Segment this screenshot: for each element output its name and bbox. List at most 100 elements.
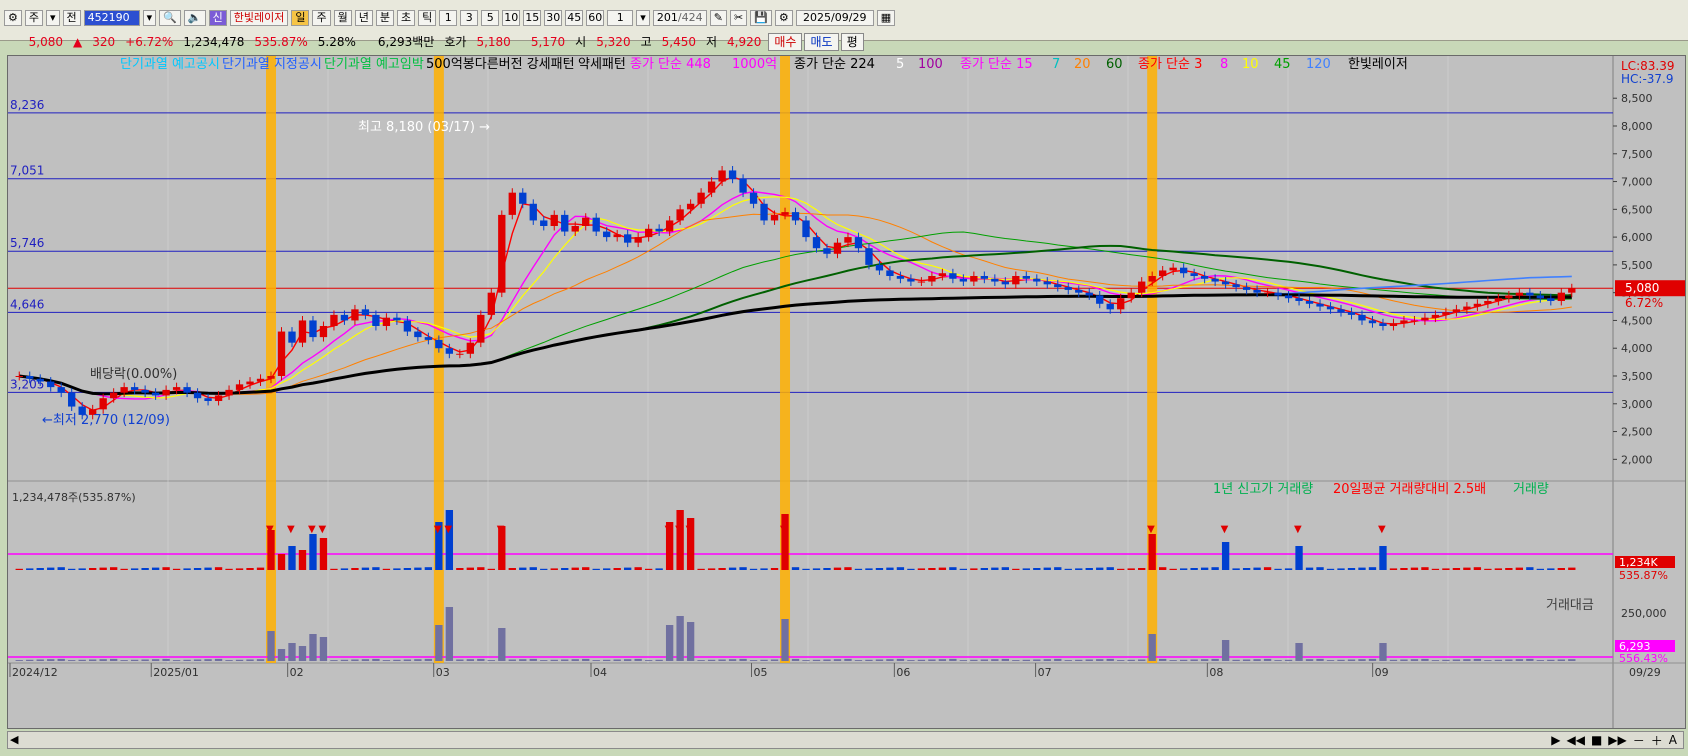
candle-body — [1484, 301, 1492, 304]
amount-bar — [47, 659, 55, 661]
candle-body — [288, 331, 296, 343]
amount-bar — [938, 659, 947, 661]
volume-bar — [1232, 568, 1240, 570]
volume-signal-arrow: ▼ — [318, 524, 326, 535]
amount-bar — [162, 658, 170, 661]
market-select[interactable]: 주 — [24, 10, 43, 26]
volume-bar — [1159, 567, 1167, 570]
amount-bar — [665, 625, 674, 661]
volume-bar — [99, 567, 107, 570]
low-annotation: ←최저 2,770 (12/09) — [42, 413, 170, 428]
eval-button[interactable]: 평 — [840, 33, 864, 51]
candle-body — [1305, 301, 1314, 304]
amount-bar — [172, 660, 181, 661]
minute-5[interactable]: 5 — [481, 10, 500, 26]
save-icon[interactable]: 💾 — [750, 10, 772, 26]
amount-bar — [613, 659, 621, 661]
amount-bar — [477, 658, 485, 661]
chart-area[interactable]: 8,236 7,051 5,746 4,646 3,205 ▼ ▼ ▼ ▼ ▼ ▼ ▼ ▼ ▼ ▼ ▼ ▼ ▼ ▼… — [7, 55, 1686, 729]
calendar-icon[interactable]: ▦ — [876, 10, 896, 26]
volume-bar — [57, 567, 65, 570]
price-chart-svg[interactable]: 8,2367,0515,7464,6463,205 ▼ ▼ ▼ ▼ ▼ ▼ ▼ ▼ ▼ ▼ ▼ ▼ ▼ ▼… — [8, 56, 1685, 728]
amount-bar — [802, 660, 810, 661]
amount-bar — [1138, 659, 1146, 661]
period-month[interactable]: 월 — [333, 10, 352, 26]
amount-bar — [1358, 659, 1366, 661]
toolbar-row-1: ⚙ 주 ▾ 전 452190 ▾ 🔍 🔈 신 한빛레이저 일 주 월 년 분 초… — [4, 9, 896, 27]
volume-bar — [1179, 568, 1188, 570]
minute-1[interactable]: 1 — [439, 10, 458, 26]
candle-body — [802, 220, 810, 238]
minute-60[interactable]: 60 — [586, 10, 605, 26]
amount-bar — [109, 658, 118, 661]
zoom-in-button[interactable]: ＋ — [1651, 732, 1663, 749]
zoom-out-button[interactable]: － — [1633, 732, 1645, 749]
count-input[interactable]: 201/424 — [652, 10, 707, 26]
date-input[interactable]: 2025/09/29 — [795, 10, 874, 26]
event-highlight-bar — [780, 56, 791, 663]
volume-bar — [26, 568, 34, 570]
stop-button[interactable]: ■ — [1591, 733, 1602, 747]
candle-body — [1127, 292, 1135, 299]
market-dropdown-icon[interactable]: ▾ — [46, 10, 60, 26]
minute-10[interactable]: 10 — [502, 10, 521, 26]
amount-bar — [886, 659, 894, 661]
minute-3[interactable]: 3 — [460, 10, 479, 26]
candle-body — [1190, 273, 1198, 276]
minute-15[interactable]: 15 — [523, 10, 542, 26]
code-dropdown-icon[interactable]: ▾ — [142, 10, 157, 26]
y-tick-label: 6,000 — [1621, 231, 1653, 244]
chart-settings-icon[interactable]: ⚙ — [4, 10, 22, 26]
multiplier-select[interactable]: 1 — [607, 10, 634, 26]
prev-button[interactable]: 전 — [62, 10, 81, 26]
amount-legend: 거래대금 — [1546, 598, 1594, 613]
volume-bar — [1169, 568, 1177, 570]
candle-body — [1568, 288, 1576, 293]
auto-button[interactable]: A — [1669, 733, 1677, 747]
rewind-button[interactable]: ◀◀ — [1566, 733, 1584, 747]
candle-body — [718, 170, 726, 182]
sell-button[interactable]: 매도 — [804, 33, 839, 51]
scroll-left-button[interactable]: ◀ — [10, 733, 18, 746]
multiplier-dropdown-icon[interactable]: ▾ — [636, 10, 650, 26]
volume-bar — [214, 567, 223, 570]
period-year[interactable]: 년 — [354, 10, 373, 26]
legend-item: 단기과열 예고공시 — [120, 57, 220, 72]
period-second[interactable]: 초 — [396, 10, 416, 26]
tools-icon[interactable]: ✎ — [709, 10, 727, 26]
buy-button[interactable]: 매수 — [768, 33, 803, 51]
period-minute[interactable]: 분 — [375, 10, 394, 26]
play-button[interactable]: ▶ — [1551, 733, 1560, 747]
code-input[interactable]: 452190 — [83, 10, 140, 26]
chart-scrollbar[interactable]: ◀ ▶ ◀◀ ■ ▶▶ － ＋ A — [7, 731, 1684, 749]
volume-bar — [1442, 568, 1450, 570]
amount-bar — [151, 659, 160, 661]
period-tick[interactable]: 틱 — [418, 10, 437, 26]
candle-body — [875, 264, 884, 271]
candle-body — [340, 314, 349, 321]
scissors-icon[interactable]: ✂ — [729, 10, 748, 26]
candle-body — [686, 203, 695, 210]
volume-bar — [141, 568, 149, 570]
volume-bar — [1127, 568, 1135, 570]
x-tick-label: 03 — [436, 666, 450, 679]
minute-45[interactable]: 45 — [565, 10, 584, 26]
volume-bar — [676, 510, 684, 570]
amount-bar — [686, 622, 695, 661]
candle-body — [1232, 284, 1240, 288]
forward-button[interactable]: ▶▶ — [1608, 733, 1626, 747]
period-week[interactable]: 주 — [312, 10, 331, 26]
period-day[interactable]: 일 — [291, 10, 310, 26]
volume-bar — [1337, 568, 1345, 570]
gear-icon[interactable]: ⚙ — [774, 10, 793, 26]
volume-bar — [823, 568, 831, 570]
candle-body — [791, 212, 800, 221]
candle-body — [1442, 312, 1450, 315]
search-icon[interactable]: 🔍 — [159, 10, 181, 26]
minute-30[interactable]: 30 — [544, 10, 563, 26]
amount-bar — [183, 659, 191, 661]
sin-button[interactable]: 신 — [208, 10, 227, 26]
candle-body — [57, 387, 65, 393]
count-total: /424 — [677, 11, 703, 24]
sound-icon[interactable]: 🔈 — [183, 10, 206, 26]
